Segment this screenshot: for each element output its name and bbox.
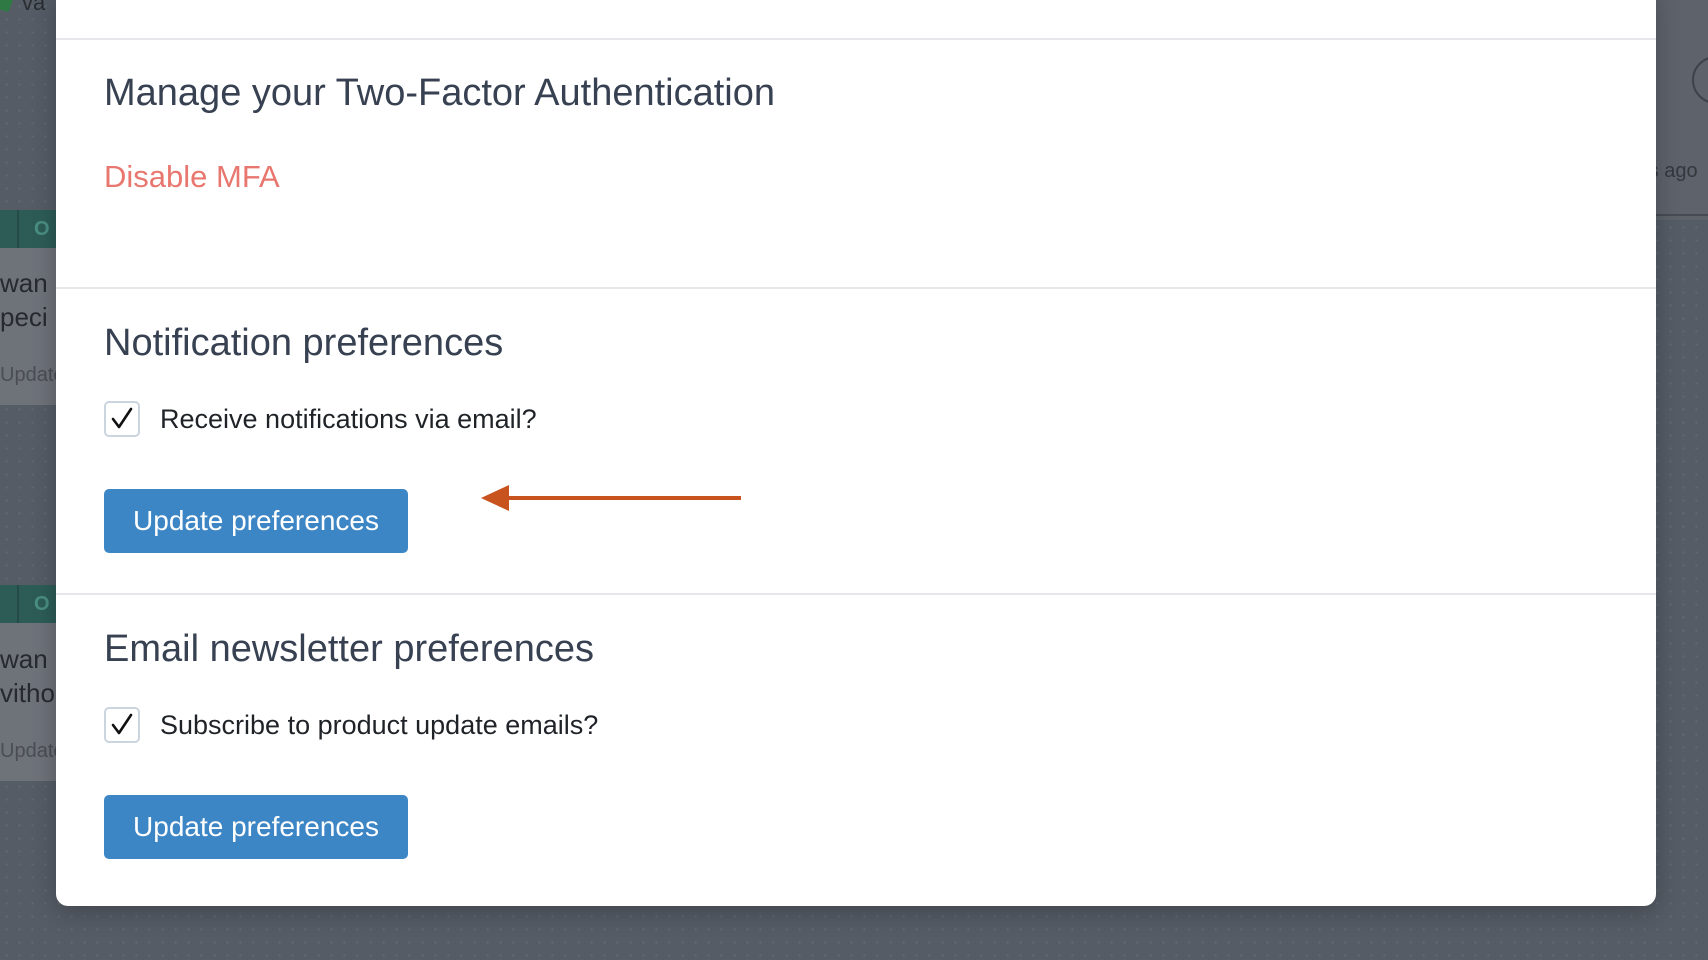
background-card-updated: Update <box>0 364 65 386</box>
background-right-panel <box>1656 0 1708 220</box>
section-divider <box>56 287 1656 289</box>
newsletter-subscribe-checkbox[interactable] <box>104 707 140 743</box>
update-notification-preferences-button[interactable]: Update preferences <box>104 489 408 553</box>
background-card-tag: O <box>0 210 60 248</box>
newsletter-preferences-title: Email newsletter preferences <box>104 628 594 670</box>
notification-preferences-title: Notification preferences <box>104 322 504 364</box>
background-top-text: va <box>22 0 46 15</box>
preferences-modal: Manage your Two-Factor Authentication Di… <box>56 0 1656 906</box>
email-notifications-checkbox[interactable] <box>104 401 140 437</box>
newsletter-subscribe-row: Subscribe to product update emails? <box>104 707 598 743</box>
email-notifications-row: Receive notifications via email? <box>104 401 537 437</box>
background-card-text: vitho <box>0 678 55 708</box>
background-card-updated: Update <box>0 740 65 762</box>
email-notifications-label: Receive notifications via email? <box>160 403 537 434</box>
background-card-tag: O <box>0 585 60 623</box>
section-divider <box>56 38 1656 40</box>
background-logo-icon <box>0 0 15 13</box>
disable-mfa-link[interactable]: Disable MFA <box>104 159 280 195</box>
background-card-text: wan <box>0 644 48 674</box>
background-divider <box>1656 214 1708 216</box>
newsletter-subscribe-label: Subscribe to product update emails? <box>160 709 599 740</box>
background-card-text: wan <box>0 268 48 298</box>
mfa-title: Manage your Two-Factor Authentication <box>104 72 776 114</box>
checkmark-icon <box>111 713 133 735</box>
update-newsletter-preferences-button[interactable]: Update preferences <box>104 795 408 859</box>
section-divider <box>56 593 1656 595</box>
background-card-text: peci <box>0 302 48 332</box>
checkmark-icon <box>111 407 133 429</box>
annotation-arrow-icon <box>481 485 741 511</box>
